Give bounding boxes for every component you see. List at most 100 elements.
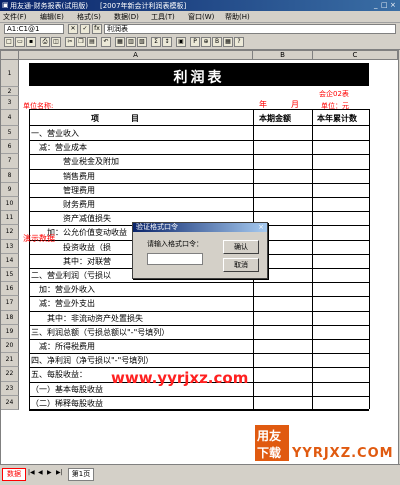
undo-icon[interactable]: ↶ bbox=[101, 37, 111, 47]
grid-icon[interactable]: ▦ bbox=[115, 37, 125, 47]
password-input[interactable] bbox=[147, 253, 203, 265]
row-header[interactable]: 20 bbox=[1, 339, 19, 354]
yonyou-logo: 用友 下载 bbox=[255, 425, 289, 461]
column-header-a[interactable]: A bbox=[19, 51, 253, 60]
new-file-icon[interactable]: □ bbox=[4, 37, 14, 47]
row-header[interactable]: 24 bbox=[1, 395, 19, 410]
menu-format[interactable]: 格式(S) bbox=[77, 12, 101, 22]
row-header[interactable]: 10 bbox=[1, 197, 19, 212]
chart-icon[interactable]: ▥ bbox=[126, 37, 136, 47]
row-header[interactable]: 18 bbox=[1, 310, 19, 325]
row-header[interactable]: 11 bbox=[1, 211, 19, 226]
mode-toggle-button[interactable]: 数据 bbox=[2, 468, 26, 481]
dialog-prompt: 请输入格式口令： bbox=[147, 240, 203, 248]
column-header-b[interactable]: B bbox=[253, 51, 313, 60]
open-file-icon[interactable]: ▭ bbox=[15, 37, 25, 47]
cell-reference-field[interactable]: A1:C1@1 bbox=[4, 24, 64, 34]
cancel-edit-icon[interactable]: ✕ bbox=[68, 24, 78, 34]
prev-sheet-icon[interactable]: ◀ bbox=[38, 469, 43, 476]
minimize-icon[interactable]: _ bbox=[374, 1, 378, 9]
paste-icon[interactable]: ▤ bbox=[87, 37, 97, 47]
first-sheet-icon[interactable]: |◀ bbox=[28, 469, 35, 476]
report-line-item[interactable]: 财务费用 bbox=[31, 199, 251, 210]
logo-domain: YYRJXZ.COM bbox=[292, 446, 394, 461]
menu-tools[interactable]: 工具(T) bbox=[151, 12, 175, 22]
row-header[interactable]: 16 bbox=[1, 282, 19, 297]
row-header[interactable]: 13 bbox=[1, 239, 19, 254]
row-header[interactable]: 4 bbox=[1, 110, 19, 126]
row-header[interactable]: 5 bbox=[1, 126, 19, 141]
copy-icon[interactable]: ❐ bbox=[76, 37, 86, 47]
column-header-c[interactable]: C bbox=[313, 51, 398, 60]
row-header[interactable]: 8 bbox=[1, 168, 19, 183]
menu-data[interactable]: 数据(D) bbox=[114, 12, 139, 22]
dialog-title: 验证格式口令 bbox=[136, 223, 178, 231]
row-header[interactable]: 19 bbox=[1, 324, 19, 339]
zoom-icon[interactable]: ⊕ bbox=[201, 37, 211, 47]
row-header[interactable]: 1 bbox=[1, 60, 19, 87]
row-header[interactable]: 7 bbox=[1, 154, 19, 169]
report-line-item[interactable]: 其中：非流动资产处置损失 bbox=[31, 313, 251, 324]
row-header[interactable]: 3 bbox=[1, 96, 19, 110]
watermark-url: www.yyrjxz.com bbox=[111, 369, 249, 387]
format-icon[interactable]: ▦ bbox=[223, 37, 233, 47]
next-sheet-icon[interactable]: ▶ bbox=[47, 469, 52, 476]
row-header[interactable]: 6 bbox=[1, 140, 19, 155]
report-line-item[interactable]: 一、营业收入 bbox=[31, 128, 251, 139]
row-header[interactable]: 9 bbox=[1, 182, 19, 197]
report-line-item[interactable]: 四、净利润（净亏损以"-"号填列） bbox=[31, 355, 251, 366]
row-header[interactable]: 14 bbox=[1, 253, 19, 268]
cancel-button[interactable]: 取消 bbox=[223, 258, 259, 272]
menu-edit[interactable]: 编辑(E) bbox=[40, 12, 64, 22]
save-icon[interactable]: ▪ bbox=[26, 37, 36, 47]
demo-data-label: 演示数据 bbox=[23, 234, 55, 243]
sheet-tab[interactable]: 第1页 bbox=[68, 468, 94, 481]
row-header[interactable]: 21 bbox=[1, 353, 19, 368]
report-line-item[interactable]: （二）稀释每股收益 bbox=[31, 398, 251, 409]
header-current-amount: 本期金额 bbox=[259, 114, 291, 123]
menu-file[interactable]: 文件(F) bbox=[3, 12, 27, 22]
confirm-button[interactable]: 确认 bbox=[223, 240, 259, 254]
last-sheet-icon[interactable]: ▶| bbox=[56, 469, 63, 476]
row-header[interactable]: 15 bbox=[1, 268, 19, 283]
merge-icon[interactable]: ▧ bbox=[137, 37, 147, 47]
app-icon: ▣ bbox=[2, 1, 9, 9]
confirm-edit-icon[interactable]: ✓ bbox=[80, 24, 90, 34]
dialog-close-icon[interactable]: × bbox=[258, 223, 264, 232]
row-header[interactable]: 23 bbox=[1, 381, 19, 396]
row-header[interactable]: 12 bbox=[1, 225, 19, 240]
report-line-item[interactable]: 三、利润总额（亏损总额以"-"号填列） bbox=[31, 327, 251, 338]
menu-bar: 文件(F) 编辑(E) 格式(S) 数据(D) 工具(T) 窗口(W) 帮助(H… bbox=[0, 11, 400, 23]
sum-icon[interactable]: Σ bbox=[151, 37, 161, 47]
maximize-icon[interactable]: □ bbox=[381, 1, 388, 9]
report-line-item[interactable]: 减：营业外支出 bbox=[31, 298, 251, 309]
header-item: 项 目 bbox=[91, 114, 139, 123]
report-line-item[interactable]: 营业税金及附加 bbox=[31, 156, 251, 167]
close-icon[interactable]: × bbox=[390, 1, 396, 9]
cell-content-input[interactable]: 利润表 bbox=[104, 24, 396, 34]
report-line-item[interactable]: 管理费用 bbox=[31, 185, 251, 196]
report-line-item[interactable]: 销售费用 bbox=[31, 171, 251, 182]
help-icon[interactable]: ? bbox=[234, 37, 244, 47]
row-header[interactable]: 2 bbox=[1, 87, 19, 96]
status-bar: 数据 |◀ ◀ ▶ ▶| 第1页 bbox=[0, 464, 400, 485]
menu-help[interactable]: 帮助(H) bbox=[225, 12, 250, 22]
row-header[interactable]: 17 bbox=[1, 296, 19, 311]
corner-header[interactable] bbox=[1, 51, 19, 60]
password-dialog: 验证格式口令 × 请输入格式口令： 确认 取消 bbox=[132, 222, 268, 279]
bold-icon[interactable]: B bbox=[212, 37, 222, 47]
report-line-item[interactable]: 加：营业外收入 bbox=[31, 284, 251, 295]
report-line-item[interactable]: 减：所得税费用 bbox=[31, 341, 251, 352]
cut-icon[interactable]: ✂ bbox=[65, 37, 75, 47]
font-p-icon[interactable]: P bbox=[190, 37, 200, 47]
title-bar: ▣ 用友通-财务报表(试用版) [2007年新会计利润表模板] _ □ × bbox=[0, 0, 400, 11]
formula-icon[interactable]: fx bbox=[92, 24, 102, 34]
formula-bar: A1:C1@1 ✕ ✓ fx 利润表 bbox=[0, 23, 400, 35]
print-icon[interactable]: ⎙ bbox=[40, 37, 50, 47]
sort-icon[interactable]: ↕ bbox=[162, 37, 172, 47]
row-header[interactable]: 22 bbox=[1, 367, 19, 382]
menu-window[interactable]: 窗口(W) bbox=[188, 12, 214, 22]
calc-icon[interactable]: ▣ bbox=[176, 37, 186, 47]
print-preview-icon[interactable]: ◫ bbox=[51, 37, 61, 47]
report-line-item[interactable]: 减：营业成本 bbox=[31, 142, 251, 153]
